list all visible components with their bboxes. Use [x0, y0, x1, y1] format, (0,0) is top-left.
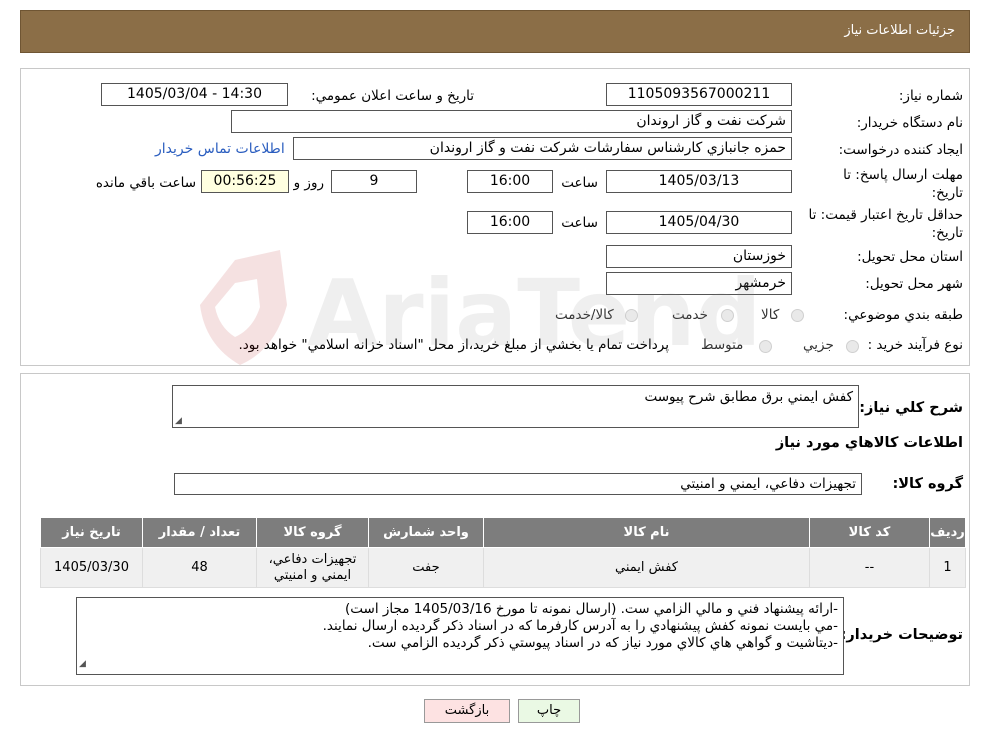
buyer-org-label: نام دستگاه خريدار: — [856, 115, 963, 131]
category-radio-goods[interactable] — [791, 309, 804, 322]
deadline-label-date: تاريخ: — [931, 185, 963, 201]
deadline-label: مهلت ارسال پاسخ: تا — [843, 167, 963, 183]
city-label: شهر محل تحويل: — [865, 276, 963, 292]
process-radio-minor-label: جزيي — [803, 337, 834, 353]
process-note: پرداخت تمام يا بخشي از مبلغ خريد،از محل … — [238, 337, 669, 353]
cell-unit: جفت — [368, 547, 484, 588]
summary-textarea[interactable]: کفش ايمني برق مطابق شرح پيوست ◢ — [172, 385, 859, 428]
page-header: جزئيات اطلاعات نياز — [20, 10, 970, 53]
category-radio-goods-label: کالا — [761, 307, 780, 323]
resize-grip-icon[interactable]: ◢ — [79, 656, 86, 673]
deadline-time-field: 16:00 — [467, 170, 553, 193]
category-radio-service[interactable] — [721, 309, 734, 322]
creator-field: حمزه جانبازي کارشناس سفارشات شرکت نفت و … — [293, 137, 792, 160]
buyer-note-line: -مي بايست نمونه کفش پيشنهادي را به آدرس … — [322, 618, 838, 634]
cell-code: -- — [809, 547, 930, 588]
col-qty: تعداد / مقدار — [142, 517, 257, 548]
days-field: 9 — [331, 170, 417, 193]
buyer-notes-textarea[interactable]: -ارائه پيشنهاد فني و مالي الزامي ست. (ار… — [76, 597, 844, 675]
announce-date-field: 1405/03/04 - 14:30 — [101, 83, 288, 106]
buyer-note-line: -ديتاشيت و گواهي هاي کالاي مورد نياز که … — [367, 635, 838, 651]
buyer-contact-link[interactable]: اطلاعات تماس خريدار — [155, 141, 285, 157]
process-radio-medium-label: متوسط — [701, 337, 744, 353]
col-group: گروه کالا — [256, 517, 369, 548]
col-row: رديف — [929, 517, 966, 548]
price-validity-label: حداقل تاريخ اعتبار قيمت: تا — [808, 207, 963, 223]
goods-info-title: اطلاعات کالاهاي مورد نياز — [775, 435, 963, 451]
print-button[interactable]: چاپ — [518, 699, 580, 723]
cell-date: 1405/03/30 — [40, 547, 143, 588]
category-radio-goods-service-label: کالا/خدمت — [555, 307, 614, 323]
goods-group-field: تجهيزات دفاعي، ايمني و امنيتي — [174, 473, 862, 495]
page-title: جزئيات اطلاعات نياز — [844, 23, 955, 38]
need-number-field: 1105093567000211 — [606, 83, 792, 106]
col-name: نام کالا — [483, 517, 810, 548]
price-validity-date-field: 1405/04/30 — [606, 211, 792, 234]
cell-name: کفش ايمني — [483, 547, 810, 588]
days-label: روز و — [293, 175, 324, 191]
col-unit: واحد شمارش — [368, 517, 484, 548]
cell-row: 1 — [929, 547, 966, 588]
category-label: طبقه بندي موضوعي: — [843, 307, 963, 323]
process-type-label: نوع فرآيند خريد : — [867, 337, 963, 353]
city-field: خرمشهر — [606, 272, 792, 295]
goods-table-header: رديف کد کالا نام کالا واحد شمارش گروه کا… — [40, 517, 966, 548]
buyer-org-field: شرکت نفت و گاز اروندان — [231, 110, 792, 133]
category-radio-goods-service[interactable] — [625, 309, 638, 322]
need-details-panel: شرح کلي نياز: کفش ايمني برق مطابق شرح پي… — [20, 373, 970, 686]
request-info-panel: شماره نياز: 1105093567000211 تاريخ و ساع… — [20, 68, 970, 366]
process-radio-medium[interactable] — [759, 340, 772, 353]
process-radio-minor[interactable] — [846, 340, 859, 353]
cell-group: تجهيزات دفاعي، ايمني و امنيتي — [256, 547, 369, 588]
deadline-date-field: 1405/03/13 — [606, 170, 792, 193]
announce-date-label: تاريخ و ساعت اعلان عمومي: — [311, 88, 474, 104]
goods-group-label: گروه کالا: — [892, 476, 963, 492]
price-validity-time-label: ساعت — [561, 215, 598, 231]
col-code: کد کالا — [809, 517, 930, 548]
summary-label: شرح کلي نياز: — [859, 400, 963, 416]
deadline-time-label: ساعت — [561, 175, 598, 191]
summary-text: کفش ايمني برق مطابق شرح پيوست — [644, 389, 853, 405]
goods-table: رديف کد کالا نام کالا واحد شمارش گروه کا… — [40, 517, 966, 588]
col-date: تاريخ نياز — [40, 517, 143, 548]
buyer-note-line: -ارائه پيشنهاد فني و مالي الزامي ست. (ار… — [345, 601, 838, 617]
price-validity-time-field: 16:00 — [467, 211, 553, 234]
remaining-time-field: 00:56:25 — [201, 170, 289, 193]
creator-label: ايجاد کننده درخواست: — [838, 142, 963, 158]
need-number-label: شماره نياز: — [898, 88, 963, 104]
resize-grip-icon[interactable]: ◢ — [175, 416, 182, 426]
remaining-time-label: ساعت باقي مانده — [95, 175, 196, 191]
province-field: خوزستان — [606, 245, 792, 268]
table-row: 1 -- کفش ايمني جفت تجهيزات دفاعي، ايمني … — [40, 547, 966, 588]
cell-qty: 48 — [142, 547, 257, 588]
category-radio-service-label: خدمت — [672, 307, 708, 323]
back-button[interactable]: بازگشت — [424, 699, 510, 723]
province-label: استان محل تحويل: — [857, 249, 963, 265]
buyer-notes-label: توضيحات خريدار: — [840, 627, 963, 643]
price-validity-label-date: تاريخ: — [931, 225, 963, 241]
